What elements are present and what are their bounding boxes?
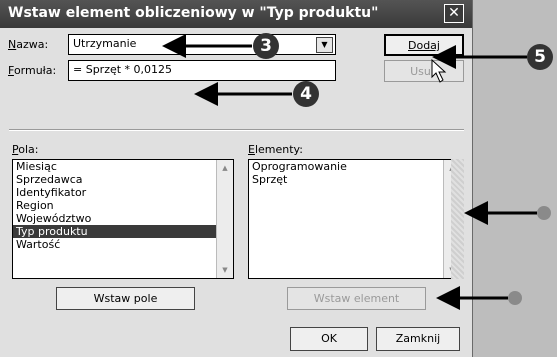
callout-dot-wstaw-element [508,291,522,305]
callout-5: 5 [527,44,553,70]
mouse-pointer-icon [431,58,447,83]
callout-3: 3 [253,33,279,59]
callout-arrows [162,34,537,310]
callout-4: 4 [293,81,319,107]
callout-dot-elementy [537,206,551,220]
